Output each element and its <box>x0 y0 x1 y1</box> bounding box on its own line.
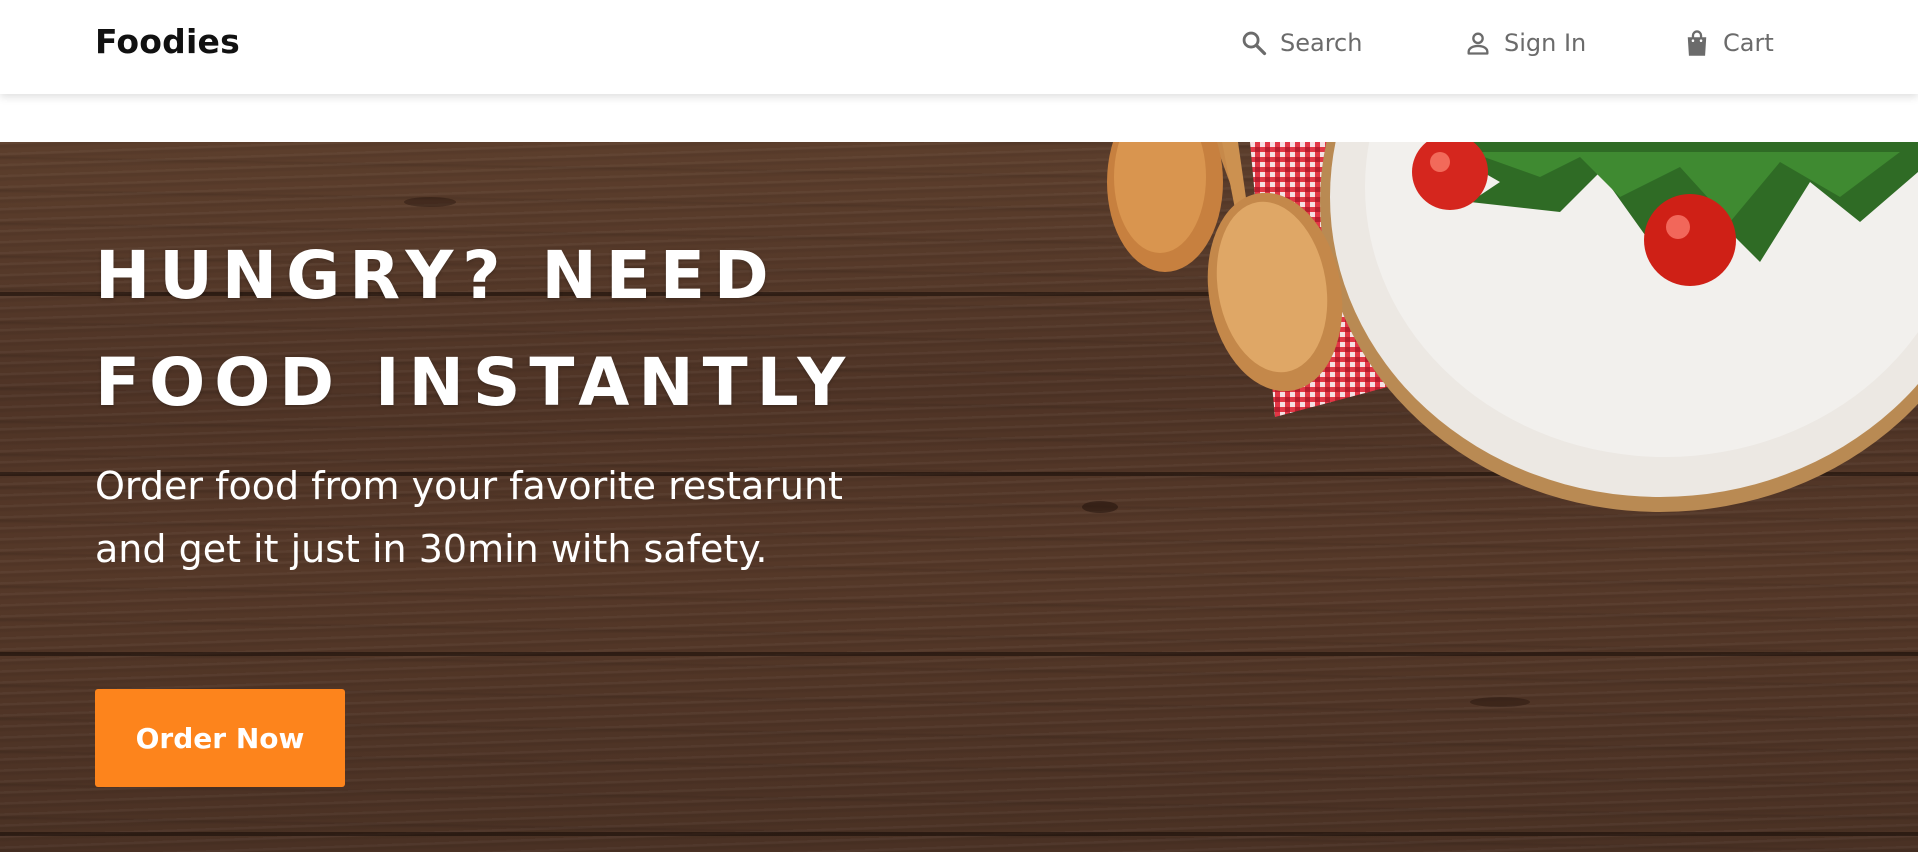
hero-banner: HUNGRY? NEED FOOD INSTANTLY Order food f… <box>0 142 1918 852</box>
hero-title-line-2: FOOD INSTANTLY <box>95 344 855 421</box>
hero-title: HUNGRY? NEED FOOD INSTANTLY <box>95 222 895 436</box>
person-icon <box>1464 29 1504 57</box>
nav-search-label: Search <box>1280 29 1363 57</box>
search-icon <box>1240 29 1280 57</box>
top-navbar: Foodies Search Sign In Cart <box>0 0 1918 94</box>
nav-cart-label: Cart <box>1723 29 1774 57</box>
nav-cart[interactable]: Cart <box>1683 26 1774 60</box>
hero-title-line-1: HUNGRY? NEED <box>95 237 778 314</box>
order-now-button[interactable]: Order Now <box>95 689 345 787</box>
nav-search[interactable]: Search <box>1240 26 1362 60</box>
hero-subtitle: Order food from your favorite restarunt … <box>95 464 843 571</box>
nav-sign-in-label: Sign In <box>1504 29 1587 57</box>
brand-logo[interactable]: Foodies <box>95 22 240 61</box>
nav-sign-in[interactable]: Sign In <box>1464 26 1586 60</box>
shopping-bag-icon <box>1683 28 1723 58</box>
